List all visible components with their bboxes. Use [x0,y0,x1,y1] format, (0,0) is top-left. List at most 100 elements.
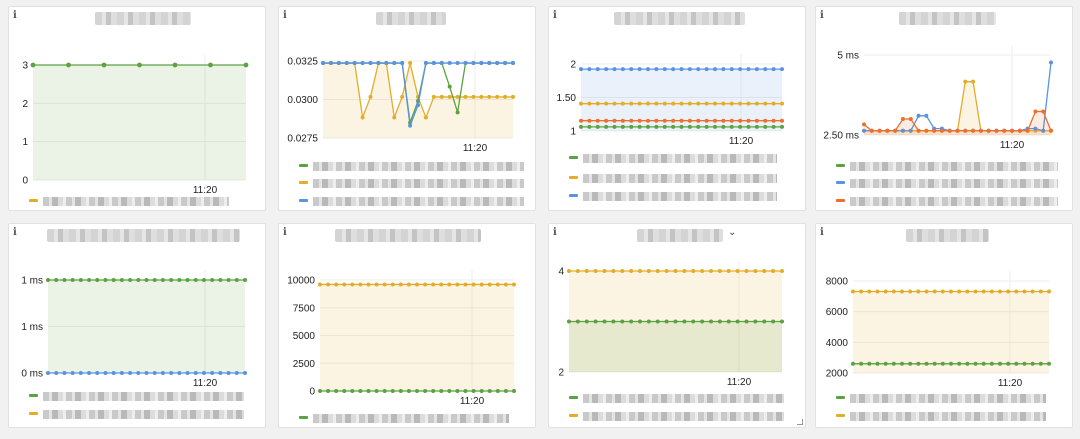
data-point [431,94,436,99]
metric-panel[interactable]: i ⌄ 4 2 11:20 [548,223,806,428]
data-point [612,124,617,129]
legend-label [313,197,524,206]
legend-item[interactable] [569,412,784,421]
legend-item[interactable] [569,394,784,403]
data-point [169,278,174,282]
data-point [455,282,460,287]
legend-item[interactable] [299,197,524,206]
data-point [455,61,460,66]
data-point [655,319,660,324]
data-point [729,118,734,123]
data-point [646,101,650,106]
legend-item[interactable] [836,162,1058,171]
data-point [971,128,976,133]
data-point [455,110,460,115]
data-point [193,278,198,282]
data-point [595,101,600,106]
legend-item[interactable] [569,192,777,201]
data-point [54,371,59,375]
data-point [575,269,580,273]
data-point [447,389,452,393]
data-point [1014,289,1019,294]
metric-panel[interactable]: i1 ms 1 ms 0 ms 11:20 [8,223,266,428]
data-point [629,101,634,106]
data-point [771,101,776,106]
data-point [671,67,676,72]
legend-item[interactable] [29,197,229,206]
legend-swatch [836,414,845,417]
data-point [587,118,592,123]
data-point [620,124,625,129]
legend-item[interactable] [836,197,1058,206]
data-point [431,389,436,393]
resize-handle[interactable] [797,419,803,425]
legend-item[interactable] [836,394,1046,403]
data-point [713,118,717,123]
legend-item[interactable] [299,162,524,171]
data-point [160,371,165,375]
metric-panel[interactable]: i 0.0325 0.0300 0.0275 11:20 [278,6,536,211]
data-point [604,67,609,72]
data-point [691,269,696,273]
data-point [579,101,583,106]
legend-item[interactable] [29,392,244,401]
metric-panel[interactable]: i5 ms 2.50 ms 11:20 [815,6,1073,211]
series-area [48,280,245,373]
data-point [637,101,642,106]
data-point [957,289,962,294]
data-point [704,101,709,106]
metric-panel[interactable]: i 8000 6000 4000 2000 11:20 [815,223,1073,428]
data-point [654,67,659,72]
y-tick-label: 2 [558,368,564,379]
x-tick-label: 11:20 [729,136,754,147]
data-point [949,289,953,294]
legend-swatch [569,176,578,179]
metric-panel[interactable]: i 10000 7500 5000 2500 0 11:20 [278,223,536,428]
data-point [924,128,929,133]
data-point [654,101,659,106]
y-tick-label: 7500 [293,303,316,314]
data-point [754,118,759,123]
legend-label [43,197,229,206]
data-point [423,115,428,120]
data-point [392,115,397,120]
x-tick-label: 11:20 [1000,140,1025,151]
data-point [101,62,107,68]
legend-item[interactable] [299,179,524,188]
data-point [160,278,165,282]
data-point [234,371,239,375]
data-point [463,282,468,287]
data-point [46,371,50,375]
data-point [908,117,913,121]
data-point [638,319,642,324]
data-point [646,319,651,324]
metric-panel[interactable]: i 2 1.50 1 11:20 [548,6,806,211]
data-point [637,124,642,129]
legend-label [583,154,777,163]
legend-item[interactable] [836,179,1058,188]
data-point [655,269,660,273]
data-point [487,61,492,66]
legend-item[interactable] [29,410,244,419]
legend-label [850,162,1058,171]
legend-item[interactable] [569,174,777,183]
legend-swatch [836,396,845,399]
data-point [932,128,937,133]
data-point [744,319,749,324]
data-point [709,269,713,273]
data-point [900,289,904,294]
legend-item[interactable] [836,412,1046,421]
data-point [700,319,705,324]
data-point [620,269,625,273]
series-line [864,62,1052,132]
legend-item[interactable] [299,414,509,423]
legend-item[interactable] [569,154,777,163]
data-point [1006,289,1011,294]
data-point [447,84,452,89]
data-point [1022,289,1027,294]
legend-label [583,412,784,421]
y-tick-label: 1 [570,127,576,138]
metric-panel[interactable]: i 3 2 1 0 11:20 [8,6,266,211]
data-point [87,278,92,282]
data-point [738,67,743,72]
